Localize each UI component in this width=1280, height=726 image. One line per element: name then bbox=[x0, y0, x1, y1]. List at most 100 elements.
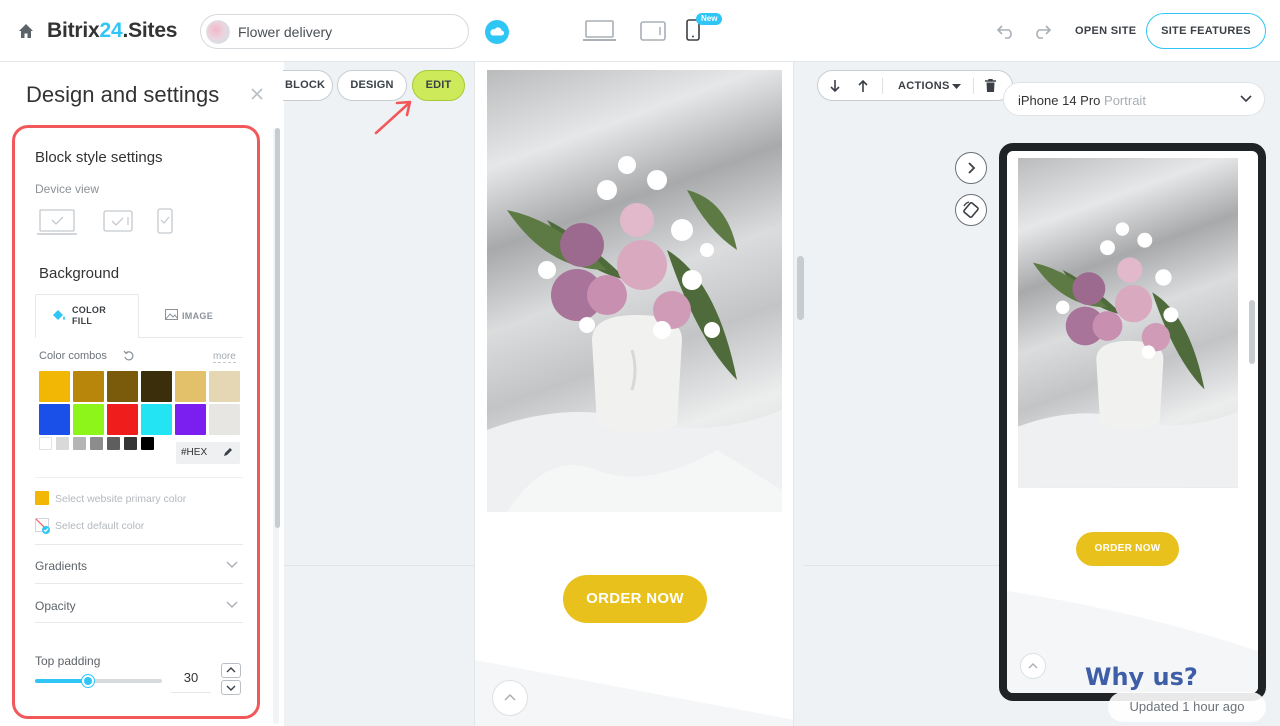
opacity-label[interactable]: Opacity bbox=[35, 599, 76, 613]
primary-color-swatch bbox=[35, 491, 49, 505]
image-icon bbox=[165, 309, 178, 320]
desktop-device-icon[interactable] bbox=[36, 208, 78, 236]
reset-icon[interactable] bbox=[123, 350, 135, 362]
top-padding-label: Top padding bbox=[35, 654, 101, 668]
device-model-selector[interactable]: iPhone 14 Pro Portrait bbox=[1003, 82, 1265, 116]
preview-order-now-button: ORDER NOW bbox=[1076, 532, 1179, 566]
gray-swatch[interactable] bbox=[107, 437, 120, 450]
chevron-up-icon bbox=[504, 693, 516, 701]
gray-swatch[interactable] bbox=[90, 437, 103, 450]
color-swatch[interactable] bbox=[209, 404, 240, 435]
phone-preview-frame: ORDER NOW Why us? bbox=[999, 143, 1266, 701]
gray-swatch[interactable] bbox=[124, 437, 137, 450]
gray-swatch[interactable] bbox=[56, 437, 69, 450]
tablet-device-icon[interactable] bbox=[103, 210, 133, 234]
pipette-icon[interactable] bbox=[223, 447, 233, 457]
design-settings-panel: Design and settings Block style settings… bbox=[0, 62, 284, 726]
flower-bouquet-image[interactable] bbox=[487, 70, 782, 512]
chevron-down-icon[interactable] bbox=[226, 561, 238, 569]
trash-icon[interactable] bbox=[985, 79, 996, 92]
divider bbox=[973, 78, 974, 94]
color-swatch[interactable] bbox=[175, 371, 206, 402]
undo-icon[interactable] bbox=[997, 23, 1015, 39]
site-features-button[interactable]: SITE FEATURES bbox=[1146, 13, 1266, 49]
preview-bouquet-illustration bbox=[1018, 222, 1238, 488]
desktop-view-icon[interactable] bbox=[583, 20, 616, 42]
top-header: Bitrix24.Sites Flower delivery New OPEN … bbox=[0, 0, 1280, 62]
chevron-up-icon bbox=[1028, 663, 1038, 669]
new-badge: New bbox=[696, 13, 723, 25]
tab-image[interactable]: IMAGE bbox=[163, 294, 243, 338]
close-icon[interactable] bbox=[249, 86, 265, 102]
chevron-down-icon bbox=[226, 685, 236, 691]
color-swatch[interactable] bbox=[141, 371, 172, 402]
chevron-right-icon bbox=[968, 162, 976, 174]
edit-button[interactable]: EDIT bbox=[412, 70, 465, 101]
divider bbox=[882, 78, 883, 94]
select-primary-label: Select website primary color bbox=[55, 493, 187, 505]
block-button[interactable]: BLOCK bbox=[283, 70, 333, 101]
tab-color-fill-label: COLOR FILL bbox=[72, 305, 106, 326]
device-orientation-label: Portrait bbox=[1104, 93, 1146, 108]
paint-bucket-icon bbox=[53, 310, 65, 320]
color-swatch[interactable] bbox=[39, 371, 70, 402]
tab-image-label: IMAGE bbox=[182, 311, 214, 321]
preview-scrollbar[interactable] bbox=[1249, 300, 1255, 364]
decrement-button[interactable] bbox=[221, 680, 241, 695]
mobile-device-icon[interactable] bbox=[157, 208, 173, 234]
tab-color-fill[interactable]: COLOR FILL bbox=[35, 294, 139, 338]
select-default-label: Select default color bbox=[55, 520, 145, 532]
site-thumbnail bbox=[206, 20, 230, 44]
gray-swatch[interactable] bbox=[39, 437, 52, 450]
color-swatch[interactable] bbox=[73, 371, 104, 402]
background-title: Background bbox=[39, 265, 120, 282]
color-swatch[interactable] bbox=[107, 371, 138, 402]
actions-menu-label[interactable]: ACTIONS bbox=[898, 80, 950, 92]
site-selector[interactable]: Flower delivery bbox=[200, 14, 469, 49]
top-padding-slider-handle[interactable] bbox=[82, 675, 94, 687]
divider bbox=[35, 544, 243, 545]
background-tabs: COLOR FILL IMAGE bbox=[35, 294, 243, 338]
gray-swatch[interactable] bbox=[73, 437, 86, 450]
gradients-label[interactable]: Gradients bbox=[35, 559, 87, 573]
rotate-icon bbox=[963, 201, 979, 218]
app-logo[interactable]: Bitrix24.Sites bbox=[47, 19, 177, 43]
block-style-title: Block style settings bbox=[35, 149, 163, 166]
panel-scrollbar[interactable] bbox=[275, 128, 280, 528]
preview-scroll-top-button bbox=[1020, 653, 1046, 679]
chevron-down-icon bbox=[1240, 95, 1252, 103]
panel-title: Design and settings bbox=[26, 82, 220, 107]
top-padding-input[interactable]: 30 bbox=[171, 663, 211, 693]
default-color-icon bbox=[35, 518, 50, 534]
next-preview-button[interactable] bbox=[955, 152, 987, 184]
canvas-scrollbar[interactable] bbox=[797, 256, 804, 320]
scroll-to-top-button[interactable] bbox=[492, 680, 528, 716]
color-swatch[interactable] bbox=[73, 404, 104, 435]
hex-input[interactable]: #HEX bbox=[176, 442, 240, 464]
home-icon[interactable] bbox=[18, 23, 34, 39]
move-down-icon[interactable] bbox=[830, 79, 840, 93]
gray-swatch[interactable] bbox=[141, 437, 154, 450]
color-swatch[interactable] bbox=[209, 371, 240, 402]
rotate-device-button[interactable] bbox=[955, 194, 987, 226]
move-up-icon[interactable] bbox=[858, 79, 868, 93]
cloud-icon[interactable] bbox=[485, 20, 509, 44]
color-swatch[interactable] bbox=[39, 404, 70, 435]
increment-button[interactable] bbox=[221, 663, 241, 678]
chevron-down-icon[interactable] bbox=[226, 601, 238, 609]
color-combos-label: Color combos bbox=[39, 350, 107, 362]
divider bbox=[35, 583, 243, 584]
block-style-section: Block style settings Device view Backgro… bbox=[12, 125, 260, 719]
device-model-label: iPhone 14 Pro Portrait bbox=[1018, 93, 1146, 108]
color-swatch[interactable] bbox=[175, 404, 206, 435]
color-swatch[interactable] bbox=[107, 404, 138, 435]
caret-down-icon[interactable] bbox=[952, 84, 961, 89]
open-site-link[interactable]: OPEN SITE bbox=[1075, 25, 1136, 37]
tablet-view-icon[interactable] bbox=[640, 21, 666, 41]
redo-icon[interactable] bbox=[1033, 23, 1051, 39]
order-now-button[interactable]: ORDER NOW bbox=[563, 575, 707, 623]
color-swatch[interactable] bbox=[141, 404, 172, 435]
block-divider-line bbox=[804, 565, 1000, 566]
more-link[interactable]: more bbox=[213, 351, 236, 363]
site-name: Flower delivery bbox=[238, 24, 333, 40]
